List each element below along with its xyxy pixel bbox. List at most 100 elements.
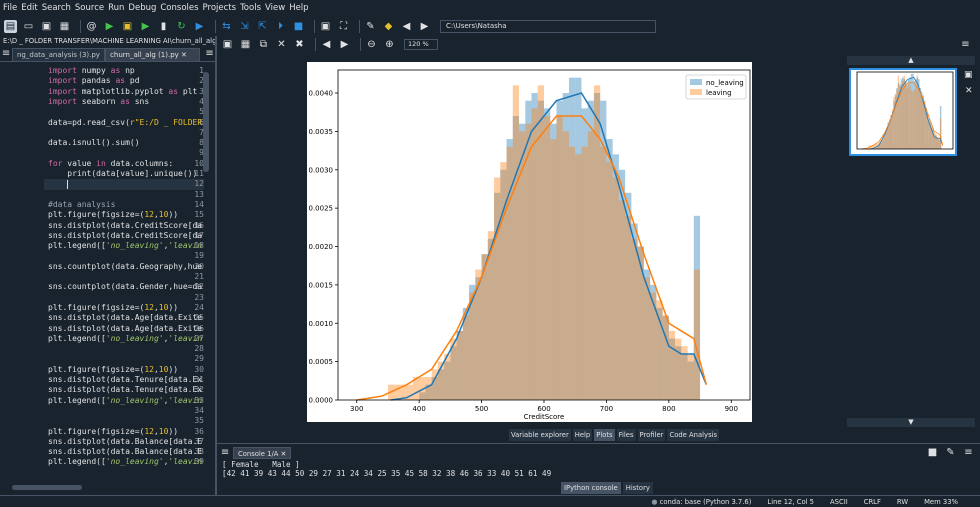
console-list-icon[interactable]: ≡: [221, 446, 229, 459]
back-arrow-icon[interactable]: ◀: [400, 20, 413, 33]
new-file-icon[interactable]: ▤: [4, 19, 17, 33]
menu-tools[interactable]: Tools: [240, 3, 261, 13]
tab-console-1a[interactable]: Console 1/A ✕: [233, 446, 292, 459]
zoom-level-field[interactable]: 120 %: [404, 39, 438, 50]
code-line: import matplotlib.pyplot as plt: [48, 86, 198, 96]
tab-variable-explorer[interactable]: Variable explorer: [509, 429, 571, 441]
menu-help[interactable]: Help: [289, 3, 308, 13]
remove-plot-icon[interactable]: ✕: [275, 38, 288, 51]
menu-run[interactable]: Run: [108, 3, 124, 13]
tab-code-analysis[interactable]: Code Analysis: [667, 429, 720, 441]
continue-icon[interactable]: ⏵: [274, 20, 287, 33]
y-tick-label: 0.0000: [309, 397, 334, 405]
step-into-icon[interactable]: ⇲: [238, 20, 251, 33]
run-cell-advance-icon[interactable]: ▶: [139, 20, 152, 33]
tab-data-analysis[interactable]: ng_data_analysis (3).py: [12, 48, 106, 61]
histogram-bar-leaving: [637, 246, 644, 400]
menu-edit[interactable]: Edit: [21, 3, 37, 13]
save-plot-icon[interactable]: ▣: [221, 38, 234, 51]
remove-all-plots-icon[interactable]: ✖: [293, 38, 306, 51]
tab-help[interactable]: Help: [572, 429, 593, 441]
console-output[interactable]: [ Female Male ] [42 41 39 43 44 50 29 27 …: [222, 460, 551, 478]
histogram-bar-leaving: [918, 89, 920, 149]
zoom-out-icon[interactable]: ⊖: [365, 38, 378, 51]
code-line: import seaborn as sns: [48, 96, 150, 106]
histogram-bar-leaving: [494, 177, 501, 400]
menu-projects[interactable]: Projects: [203, 3, 237, 13]
console-options-icon[interactable]: ≡: [962, 446, 975, 459]
forward-arrow-icon[interactable]: ▶: [418, 20, 431, 33]
step-icon[interactable]: ⇆: [220, 20, 233, 33]
status-memory: Mem 33%: [924, 497, 958, 506]
x-tick-label: 800: [662, 405, 675, 413]
fullscreen-icon[interactable]: ⛶: [337, 20, 350, 33]
interrupt-kernel-icon[interactable]: ■: [926, 446, 939, 459]
at-sign-icon[interactable]: @: [85, 20, 98, 33]
tab-plots[interactable]: Plots: [594, 429, 615, 441]
menu-search[interactable]: Search: [42, 3, 71, 13]
plots-options-icon[interactable]: ≡: [959, 38, 972, 51]
close-thumbnail-icon[interactable]: ✕: [965, 86, 973, 96]
histogram-bar-leaving: [643, 277, 651, 400]
tab-ipython-console[interactable]: IPython console: [561, 482, 621, 494]
line-number: 5: [199, 107, 204, 117]
tab-files[interactable]: Files: [616, 429, 636, 441]
histogram-bar-leaving: [556, 116, 563, 400]
save-thumbnail-icon[interactable]: ▣: [964, 70, 973, 80]
editor-vertical-scrollbar[interactable]: [203, 72, 209, 172]
next-plot-icon[interactable]: ▶: [338, 38, 351, 51]
plots-toolbar: ▣ ▦ ⧉ ✕ ✖ ◀ ▶ ⊖ ⊕ 120 % ≡: [217, 36, 980, 53]
save-all-plots-icon[interactable]: ▦: [239, 38, 252, 51]
tab-label: ng_data_analysis (3).py: [17, 51, 100, 59]
tab-history[interactable]: History: [622, 482, 653, 494]
zoom-in-icon[interactable]: ⊕: [383, 38, 396, 51]
thumbnail-scroll-down-icon[interactable]: ▼: [847, 418, 975, 427]
step-return-icon[interactable]: ⇱: [256, 20, 269, 33]
menu-consoles[interactable]: Consoles: [160, 3, 198, 13]
line-number: 30: [194, 364, 204, 374]
maximize-pane-icon[interactable]: ▣: [319, 20, 332, 33]
menu-source[interactable]: Source: [75, 3, 104, 13]
menu-debug[interactable]: Debug: [128, 3, 156, 13]
thumbnail-scroll-up-icon[interactable]: ▲: [847, 56, 975, 65]
open-file-icon[interactable]: ▭: [22, 20, 35, 33]
line-number: 8: [199, 138, 204, 148]
y-tick-label: 0.0005: [309, 358, 334, 366]
copy-plot-icon[interactable]: ⧉: [257, 38, 270, 51]
close-console-icon[interactable]: ✕: [281, 450, 287, 458]
working-directory-input[interactable]: C:\Users\Natasha: [440, 19, 656, 33]
code-lines: 1 import numpy as np 2 import pandas as pd 3…: [0, 62, 210, 480]
histogram-bar-leaving: [550, 139, 557, 400]
histogram-bar-leaving: [939, 118, 942, 149]
code-line: sns.distplot(data.Balance[data.E: [48, 447, 203, 457]
menu-view[interactable]: View: [265, 3, 285, 13]
stop-debug-icon[interactable]: ■: [292, 20, 305, 33]
run-cell-icon[interactable]: ▣: [121, 20, 134, 33]
run-selection-icon[interactable]: ▮: [157, 20, 170, 33]
plot-thumbnail[interactable]: [849, 68, 957, 156]
code-line: sns.distplot(data.Tenure[data.Ex: [48, 375, 203, 384]
histogram-bar-leaving: [909, 86, 911, 149]
code-line: plt.figure(figsize=(12,10)): [48, 210, 179, 220]
debug-icon[interactable]: ▶: [193, 20, 206, 33]
histogram-bar-leaving: [925, 111, 927, 149]
close-tab-icon[interactable]: ✕: [181, 51, 187, 59]
histogram-bar-leaving: [902, 80, 904, 149]
tab-churn-all-alg[interactable]: churn_all_alg (1).py ✕: [105, 48, 201, 61]
editor-horizontal-scrollbar[interactable]: [12, 485, 82, 490]
previous-plot-icon[interactable]: ◀: [320, 38, 333, 51]
run-icon[interactable]: ▶: [103, 20, 116, 33]
save-all-icon[interactable]: ▦: [58, 20, 71, 33]
rerun-icon[interactable]: ↻: [175, 20, 188, 33]
file-list-icon[interactable]: ≡: [2, 47, 10, 60]
preferences-wrench-icon[interactable]: ✎: [364, 20, 377, 33]
console-edit-icon[interactable]: ✎: [944, 446, 957, 459]
save-icon[interactable]: ▣: [40, 20, 53, 33]
editor-tab-bar: ≡ ng_data_analysis (3).py churn_all_alg …: [0, 47, 216, 62]
histogram-bar-leaving: [886, 129, 888, 149]
code-line: plt.figure(figsize=(12,10)): [48, 302, 179, 312]
tab-profiler[interactable]: Profiler: [637, 429, 666, 441]
python-path-icon[interactable]: ◆: [382, 20, 395, 33]
menu-file[interactable]: File: [3, 3, 17, 13]
